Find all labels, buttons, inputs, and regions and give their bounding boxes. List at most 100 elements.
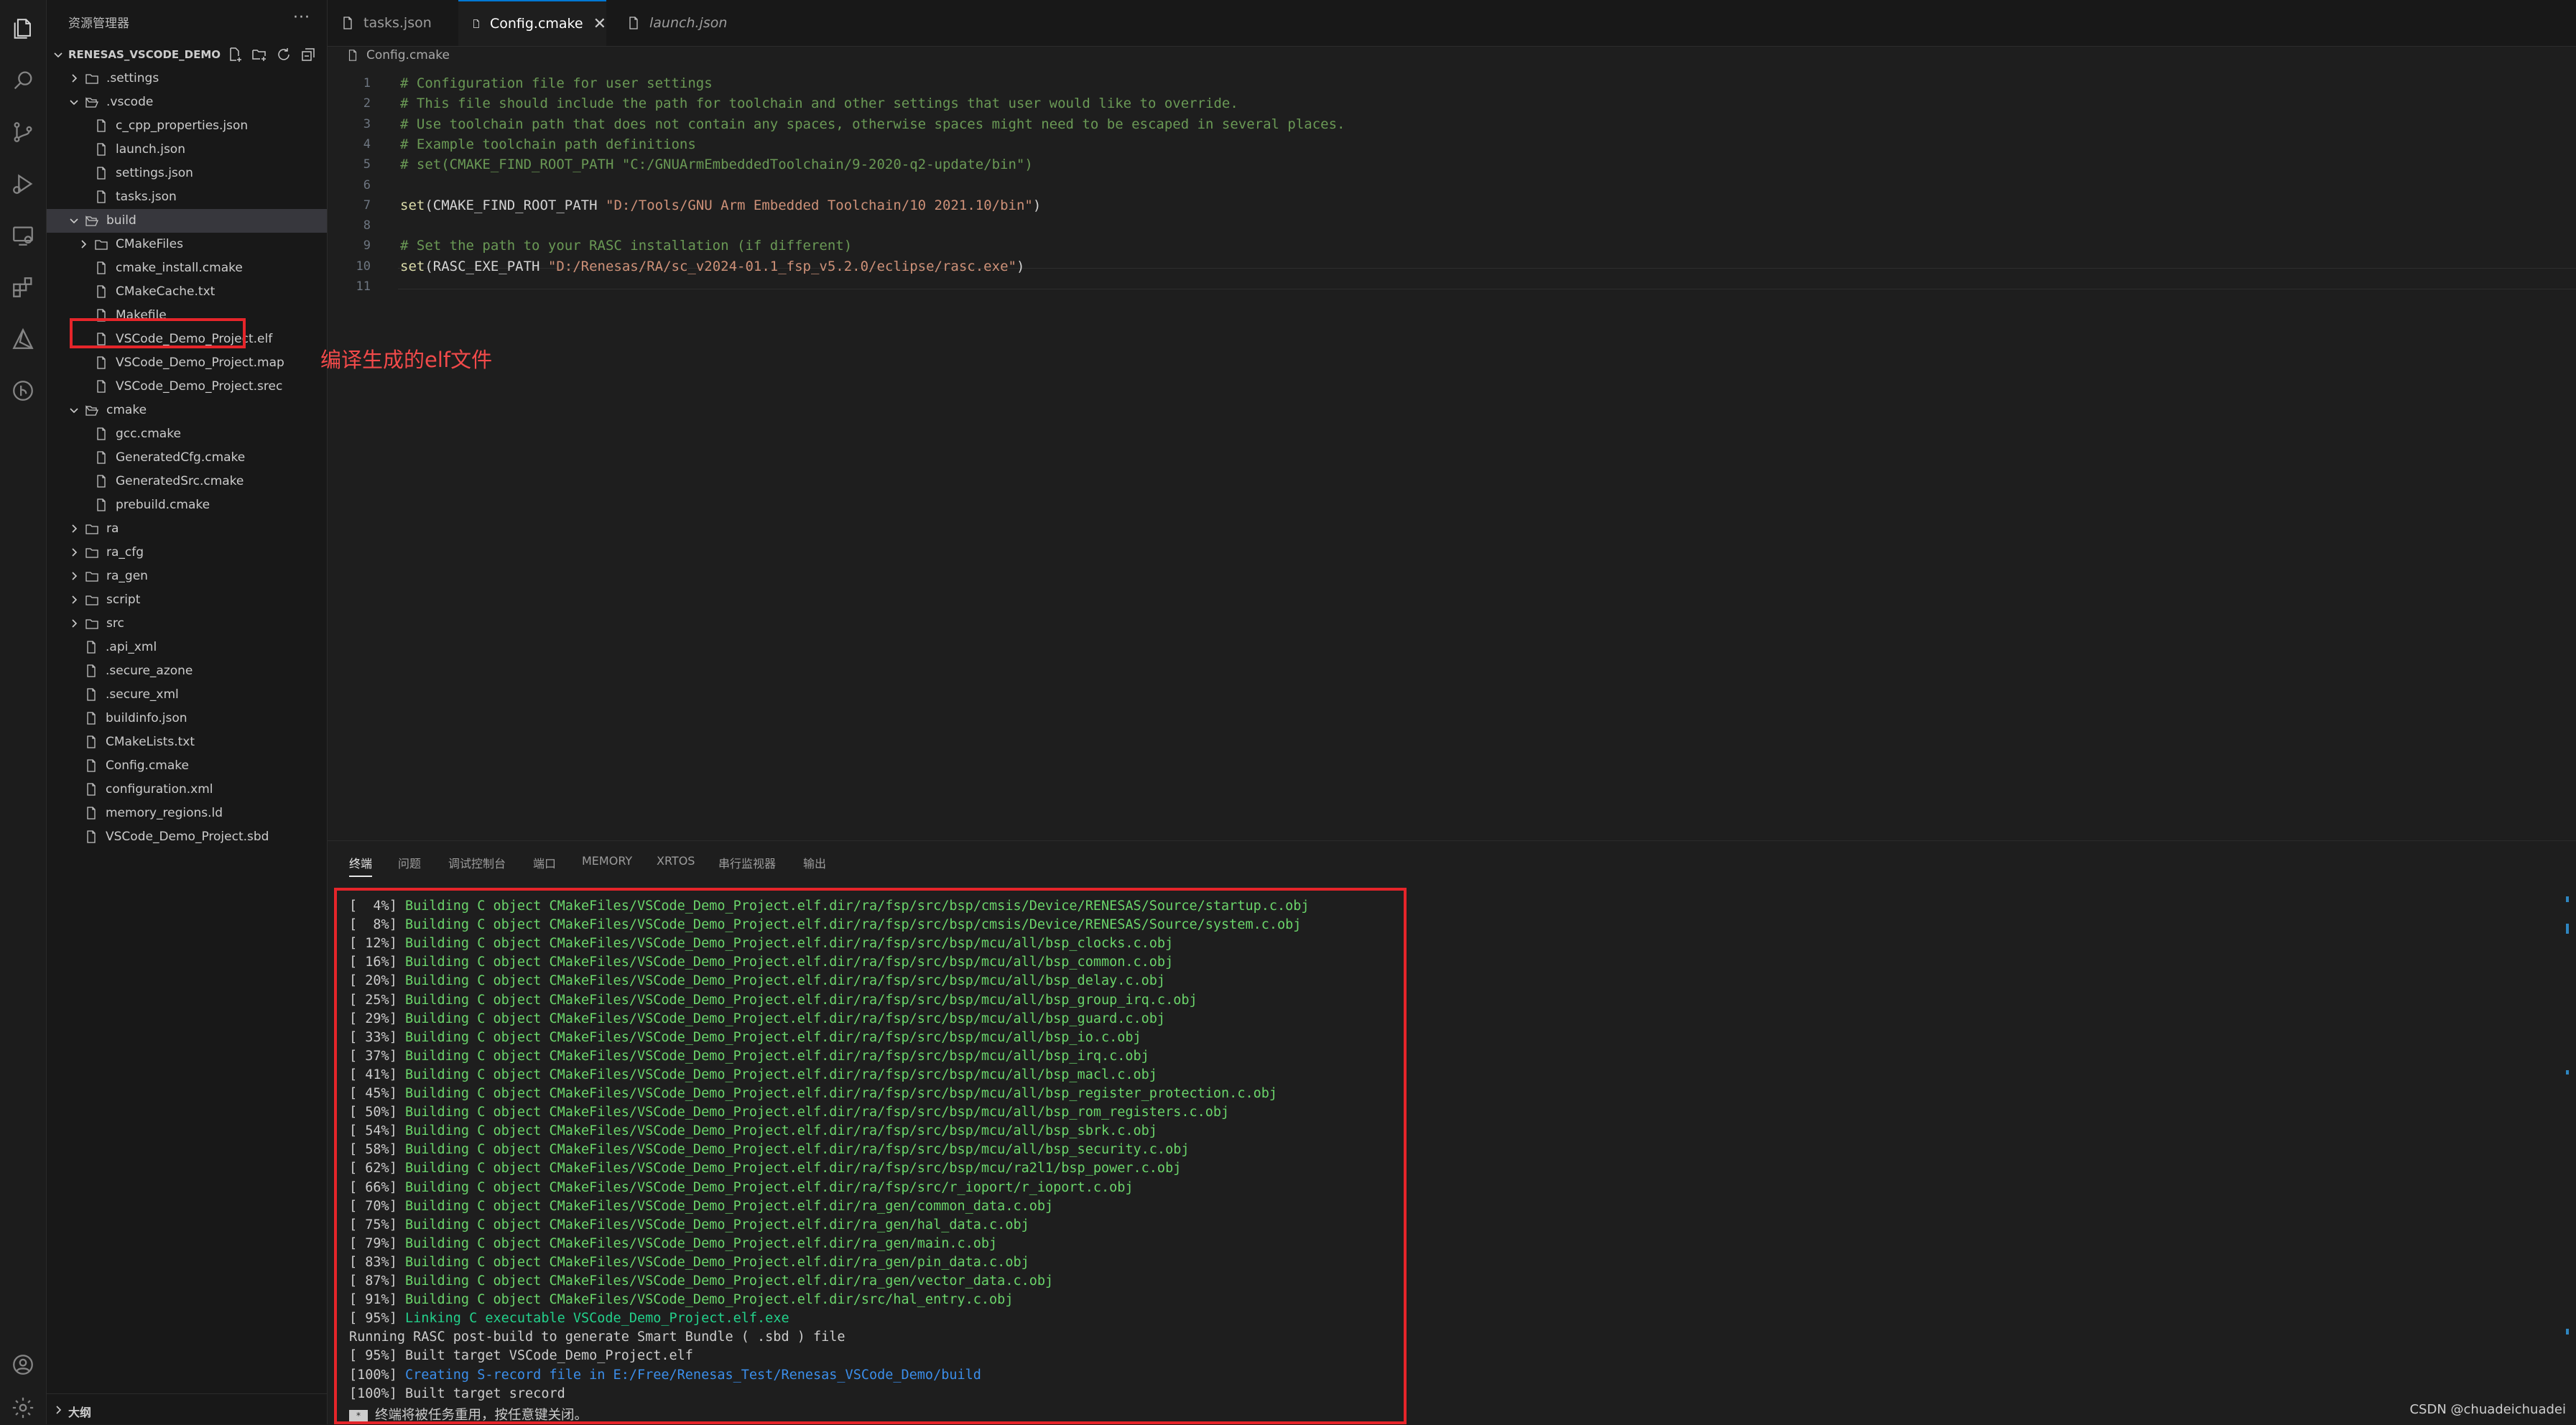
explorer-icon[interactable] <box>9 14 37 43</box>
folder-cmakefiles[interactable]: CMakeFiles <box>47 233 327 256</box>
git-graph-icon[interactable] <box>9 376 37 405</box>
file-secure-azone[interactable]: .secure_azone <box>47 659 327 683</box>
code-token: "D:/Renesas/RA/sc_v2024-01.1_fsp_v5.2.0/… <box>547 258 1016 274</box>
close-icon[interactable]: ✕ <box>593 15 606 33</box>
file-gcc-cmake[interactable]: gcc.cmake <box>47 422 327 446</box>
terminal-line: [ 50%] Building C object CMakeFiles/VSCo… <box>349 1105 1229 1120</box>
code-token: # This file should include the path for … <box>400 96 1238 112</box>
panel-tab-item-7[interactable]: 输出 <box>803 854 826 871</box>
file-cmakecache-txt[interactable]: CMakeCache.txt <box>47 280 327 304</box>
progress-prefix: [ 20%] <box>349 973 405 989</box>
cmake-icon[interactable] <box>9 325 37 353</box>
extensions-icon[interactable] <box>9 273 37 302</box>
search-icon[interactable] <box>9 66 37 95</box>
panel-tab-item-6[interactable]: 串行监视器 <box>718 854 776 871</box>
terminal-cursor-glyph: * <box>349 1409 368 1421</box>
source-control-icon[interactable] <box>9 118 37 147</box>
file-api-xml[interactable]: .api_xml <box>47 636 327 659</box>
new-file-icon[interactable] <box>226 46 244 63</box>
file-generatedcfg-cmake[interactable]: GeneratedCfg.cmake <box>47 446 327 470</box>
file-launch-json[interactable]: launch.json <box>47 138 327 162</box>
file-icon <box>94 356 108 370</box>
chevron-right-icon <box>51 1403 65 1420</box>
panel-tab-xrtos[interactable]: XRTOS <box>657 854 695 868</box>
folder-vscode[interactable]: .vscode <box>47 90 327 114</box>
terminal-text: Building C object CMakeFiles/VSCode_Demo… <box>404 1254 1029 1270</box>
folder-cmake[interactable]: cmake <box>47 399 327 422</box>
chevron-down-icon[interactable] <box>67 403 81 417</box>
remote-explorer-icon[interactable] <box>9 221 37 250</box>
file-prebuild-cmake[interactable]: prebuild.cmake <box>47 493 327 517</box>
code-token: # Configuration file for user settings <box>400 75 713 91</box>
tree-item-label: ra <box>106 521 119 536</box>
panel-tab-item-0[interactable]: 终端 <box>349 854 373 877</box>
file-memory-regions-ld[interactable]: memory_regions.ld <box>47 802 327 825</box>
chevron-right-icon[interactable] <box>67 616 81 631</box>
terminal-line: [ 45%] Building C object CMakeFiles/VSCo… <box>349 1086 1277 1101</box>
panel-tab-memory[interactable]: MEMORY <box>582 854 632 868</box>
progress-prefix: [ 4%] <box>349 899 405 914</box>
terminal-line: [ 91%] Building C object CMakeFiles/VSCo… <box>349 1292 1013 1307</box>
file-vscode-demo-project-map[interactable]: VSCode_Demo_Project.map <box>47 351 327 375</box>
progress-prefix: [ 33%] <box>349 1029 405 1045</box>
more-actions-button[interactable]: ··· <box>293 9 310 27</box>
file-settings-json[interactable]: settings.json <box>47 162 327 185</box>
folder-open-icon <box>85 403 99 417</box>
chevron-right-icon[interactable] <box>67 71 81 85</box>
chevron-down-icon[interactable] <box>67 95 81 109</box>
chevron-right-icon[interactable] <box>76 237 91 251</box>
tree-item-label: VSCode_Demo_Project.srec <box>116 379 283 394</box>
tab-launch-json[interactable]: launch.json <box>615 0 749 46</box>
file-icon <box>94 427 108 441</box>
file-cmakelists-txt[interactable]: CMakeLists.txt <box>47 730 327 754</box>
chevron-right-icon[interactable] <box>67 593 81 607</box>
refresh-icon[interactable] <box>275 46 292 63</box>
folder-icon <box>94 237 108 251</box>
folder-ra[interactable]: ra <box>47 517 327 541</box>
terminal-text: Building C object CMakeFiles/VSCode_Demo… <box>404 955 1174 970</box>
terminal-text: Building C object CMakeFiles/VSCode_Demo… <box>404 1161 1182 1176</box>
tab-config-cmake[interactable]: Config.cmake ✕ <box>458 0 606 46</box>
progress-prefix: [ 12%] <box>349 936 405 952</box>
file-vscode-demo-project-srec[interactable]: VSCode_Demo_Project.srec <box>47 375 327 399</box>
outline-section[interactable]: 大纲 <box>47 1393 327 1425</box>
folder-ra-cfg[interactable]: ra_cfg <box>47 541 327 565</box>
workspace-root[interactable]: RENESAS_VSCODE_DEMO <box>47 43 327 67</box>
terminal-line: [ 70%] Building C object CMakeFiles/VSCo… <box>349 1199 1053 1214</box>
file-vscode-demo-project-sbd[interactable]: VSCode_Demo_Project.sbd <box>47 825 327 849</box>
panel-tab-item-2[interactable]: 调试控制台 <box>448 854 506 871</box>
file-icon <box>84 806 98 820</box>
breadcrumb[interactable]: Config.cmake <box>346 45 450 66</box>
code-editor[interactable]: 1 # Configuration file for user settings 2… <box>328 66 2576 827</box>
tree-item-label: memory_regions.ld <box>106 806 223 820</box>
panel-tab-item-1[interactable]: 问题 <box>398 854 421 871</box>
folder-script[interactable]: script <box>47 588 327 612</box>
file-icon <box>473 19 479 29</box>
file-generatedsrc-cmake[interactable]: GeneratedSrc.cmake <box>47 470 327 493</box>
file-tasks-json[interactable]: tasks.json <box>47 185 327 209</box>
folder-ra-gen[interactable]: ra_gen <box>47 565 327 588</box>
terminal-line: [ 8%] Building C object CMakeFiles/VSCod… <box>349 917 1301 932</box>
code-token: # Example toolchain path definitions <box>400 136 696 152</box>
file-c-cpp-properties-json[interactable]: c_cpp_properties.json <box>47 114 327 138</box>
chevron-right-icon[interactable] <box>67 569 81 583</box>
folder-settings[interactable]: .settings <box>47 67 327 90</box>
chevron-down-icon[interactable] <box>67 213 81 228</box>
file-buildinfo-json[interactable]: buildinfo.json <box>47 707 327 730</box>
folder-build[interactable]: build <box>47 209 327 233</box>
tree-item-label: CMakeFiles <box>116 237 183 251</box>
new-folder-icon[interactable] <box>251 46 268 63</box>
chevron-right-icon[interactable] <box>67 521 81 536</box>
run-debug-icon[interactable] <box>9 170 37 198</box>
account-icon[interactable] <box>9 1350 37 1379</box>
file-secure-xml[interactable]: .secure_xml <box>47 683 327 707</box>
file-configuration-xml[interactable]: configuration.xml <box>47 778 327 802</box>
tab-tasks-json[interactable]: tasks.json <box>340 0 463 46</box>
collapse-all-icon[interactable] <box>300 46 317 63</box>
folder-src[interactable]: src <box>47 612 327 636</box>
panel-tab-item-3[interactable]: 端口 <box>533 854 556 871</box>
settings-gear-icon[interactable] <box>9 1393 37 1422</box>
file-config-cmake[interactable]: Config.cmake <box>47 754 327 778</box>
chevron-right-icon[interactable] <box>67 545 81 560</box>
file-cmake-install-cmake[interactable]: cmake_install.cmake <box>47 256 327 280</box>
